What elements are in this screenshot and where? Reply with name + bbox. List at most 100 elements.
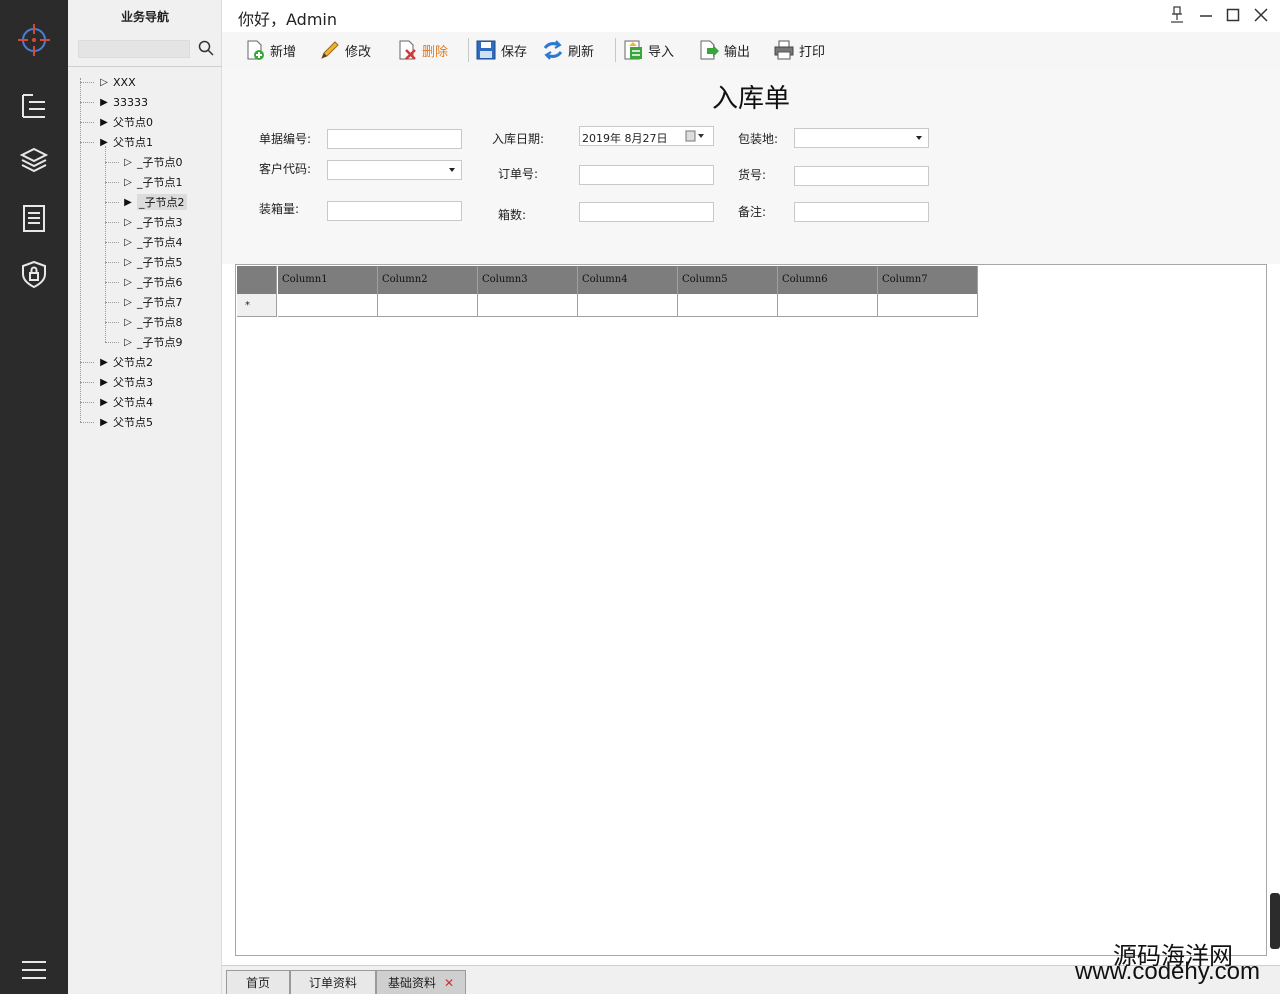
tab-basic-data-label: 基础资料 — [387, 976, 436, 990]
expander-icon[interactable]: ▷ — [122, 297, 134, 308]
layers-icon[interactable] — [14, 140, 54, 180]
tree-node-child[interactable]: ▷ _子节点7 — [122, 292, 182, 312]
expander-icon[interactable]: ▷ — [98, 77, 110, 88]
tree-node-parent[interactable]: ▶ 父节点4 — [98, 392, 153, 412]
hamburger-menu-icon[interactable] — [14, 950, 54, 990]
scroll-indicator[interactable] — [1270, 893, 1280, 949]
refresh-button[interactable]: 刷新 — [542, 36, 594, 64]
expander-icon[interactable]: ▶ — [122, 197, 134, 208]
tree-connector — [105, 182, 119, 183]
add-button[interactable]: 新增 — [244, 36, 296, 64]
doc-no-input[interactable] — [327, 129, 462, 149]
stock-in-form: 入库单 单据编号: 入库日期: 2019年 8月27日 包装地: 客户代码: 订… — [222, 68, 1280, 264]
tree-node-child[interactable]: ▷ _子节点5 — [122, 252, 182, 272]
tab-order-data[interactable]: 订单资料 — [290, 970, 376, 994]
expander-icon[interactable]: ▷ — [122, 217, 134, 228]
tree-node-child[interactable]: ▷ _子节点8 — [122, 312, 182, 332]
print-button[interactable]: 打印 — [773, 36, 825, 64]
tree-node-child[interactable]: ▷ _子节点3 — [122, 212, 182, 232]
import-button[interactable]: 导入 — [622, 36, 674, 64]
tree-list-icon[interactable] — [14, 86, 54, 126]
grid-cell[interactable] — [878, 294, 978, 317]
tree-connector — [105, 262, 119, 263]
tree-connector — [105, 282, 119, 283]
nav-search-input[interactable] — [78, 40, 190, 58]
document-icon[interactable] — [14, 198, 54, 238]
crosshair-logo-icon[interactable] — [14, 20, 54, 60]
tree-connector — [80, 78, 81, 422]
expander-icon[interactable]: ▶ — [98, 117, 110, 128]
search-icon[interactable] — [195, 37, 217, 59]
close-icon[interactable] — [1251, 5, 1271, 25]
expander-icon[interactable]: ▶ — [98, 137, 110, 148]
in-date-value: 2019年 8月27日 — [582, 132, 668, 145]
doc-no-label: 单据编号: — [259, 132, 312, 146]
order-no-input[interactable] — [579, 165, 714, 185]
grid-column-header[interactable]: Column7 — [878, 266, 978, 294]
grid-column-header[interactable]: Column3 — [478, 266, 578, 294]
maximize-icon[interactable] — [1223, 5, 1243, 25]
tab-close-icon[interactable]: ✕ — [444, 976, 454, 990]
tree-node-parent[interactable]: ▷ XXX — [98, 72, 135, 92]
grid-column-header[interactable]: Column1 — [278, 266, 378, 294]
customer-code-select[interactable] — [327, 160, 462, 180]
tree-node-parent[interactable]: ▶ 父节点3 — [98, 372, 153, 392]
grid-cell[interactable] — [478, 294, 578, 317]
tree-node-child[interactable]: ▷ _子节点9 — [122, 332, 182, 352]
tree-connector — [105, 162, 119, 163]
grid-column-header[interactable]: Column5 — [678, 266, 778, 294]
tree-node-parent[interactable]: ▶ 父节点1 — [98, 132, 153, 152]
expander-icon[interactable]: ▷ — [122, 337, 134, 348]
edit-button[interactable]: 修改 — [319, 36, 371, 64]
export-button[interactable]: 输出 — [698, 36, 750, 64]
expander-icon[interactable]: ▷ — [122, 257, 134, 268]
tree-node-label: _子节点6 — [137, 276, 183, 289]
box-count-input[interactable] — [579, 202, 714, 222]
tree-node-child[interactable]: ▷ _子节点1 — [122, 172, 182, 192]
expander-icon[interactable]: ▶ — [98, 97, 110, 108]
tree-node-parent[interactable]: ▶ 父节点5 — [98, 412, 153, 432]
tree-node-child[interactable]: ▶ _子节点2 — [122, 192, 187, 212]
tree-connector — [80, 362, 94, 363]
expander-icon[interactable]: ▷ — [122, 157, 134, 168]
pin-icon[interactable] — [1167, 5, 1187, 25]
goods-no-input[interactable] — [794, 166, 929, 186]
expander-icon[interactable]: ▶ — [98, 357, 110, 368]
in-date-picker[interactable]: 2019年 8月27日 — [579, 126, 714, 146]
box-qty-input[interactable] — [327, 201, 462, 221]
floppy-icon — [475, 39, 497, 61]
grid-column-header[interactable]: Column4 — [578, 266, 678, 294]
calendar-icon — [685, 130, 707, 142]
expander-icon[interactable]: ▷ — [122, 317, 134, 328]
tab-home[interactable]: 首页 — [226, 970, 290, 994]
grid-cell[interactable] — [578, 294, 678, 317]
delete-button[interactable]: 删除 — [396, 36, 448, 64]
tree-node-parent[interactable]: ▶ 父节点0 — [98, 112, 153, 132]
tree-node-child[interactable]: ▷ _子节点4 — [122, 232, 183, 252]
tree-node-child[interactable]: ▷ _子节点6 — [122, 272, 183, 292]
pack-place-select[interactable] — [794, 128, 929, 148]
expander-icon[interactable]: ▷ — [122, 277, 134, 288]
save-button[interactable]: 保存 — [475, 36, 527, 64]
expander-icon[interactable]: ▶ — [98, 417, 110, 428]
grid-cell[interactable] — [678, 294, 778, 317]
security-shield-icon[interactable] — [14, 254, 54, 294]
minimize-icon[interactable] — [1196, 5, 1216, 25]
tree-node-label: _子节点4 — [137, 236, 183, 249]
expander-icon[interactable]: ▷ — [122, 177, 134, 188]
grid-cell[interactable] — [778, 294, 878, 317]
grid-cell[interactable] — [278, 294, 378, 317]
remark-input[interactable] — [794, 202, 929, 222]
tab-basic-data[interactable]: 基础资料 ✕ — [376, 970, 466, 994]
expander-icon[interactable]: ▶ — [98, 397, 110, 408]
tree-node-parent[interactable]: ▶ 父节点2 — [98, 352, 153, 372]
expander-icon[interactable]: ▶ — [98, 377, 110, 388]
tree-node-parent[interactable]: ▶ 33333 — [98, 92, 148, 112]
grid-cell[interactable] — [378, 294, 478, 317]
tree-node-child[interactable]: ▷ _子节点0 — [122, 152, 182, 172]
new-row-marker[interactable]: * — [237, 294, 277, 317]
grid-column-header[interactable]: Column6 — [778, 266, 878, 294]
grid-column-header[interactable]: Column2 — [378, 266, 478, 294]
tree-connector — [105, 342, 119, 343]
expander-icon[interactable]: ▷ — [122, 237, 134, 248]
